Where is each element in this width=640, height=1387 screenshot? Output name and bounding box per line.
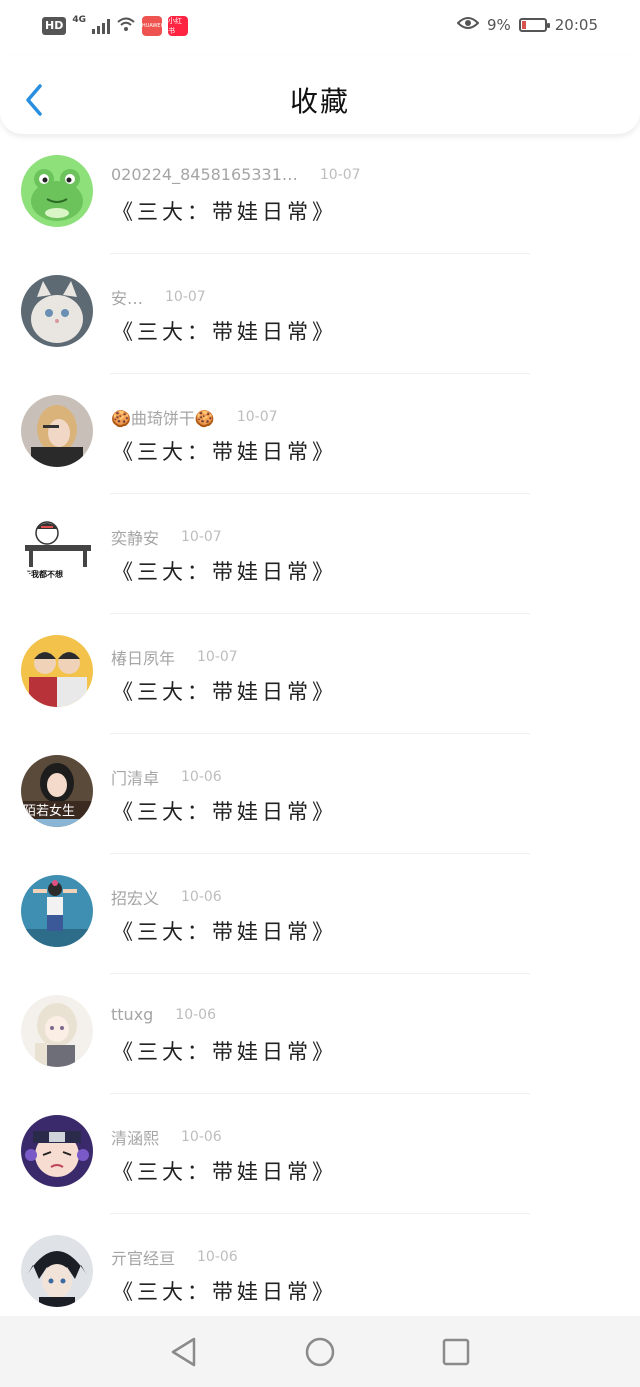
username[interactable]: 招宏义	[111, 885, 159, 909]
item-meta: 招宏义 10-06	[111, 885, 222, 909]
girl-avatar[interactable]	[21, 395, 93, 467]
anime-girl-avatar[interactable]	[21, 995, 93, 1067]
favorite-item[interactable]: 清涵熙 10-06 《三大：带娃日常》	[0, 1094, 640, 1214]
svg-text:陌若女生: 陌若女生	[23, 803, 75, 819]
favorite-item[interactable]: 天我都不想 奕静安 10-07 《三大：带娃日常》	[0, 494, 640, 614]
system-nav-bar	[0, 1316, 640, 1387]
item-date: 10-07	[197, 649, 238, 665]
item-meta: 安… 10-07	[111, 285, 206, 309]
square-recent-icon	[442, 1338, 470, 1366]
huawei-app-icon: HUAWEI	[142, 16, 162, 36]
eye-icon	[456, 16, 480, 34]
favorite-content[interactable]: 《三大：带娃日常》	[112, 1276, 337, 1306]
clock: 20:05	[554, 16, 598, 34]
favorite-item[interactable]: 安… 10-07 《三大：带娃日常》	[0, 254, 640, 374]
wifi-icon	[116, 16, 136, 36]
favorite-content[interactable]: 《三大：带娃日常》	[112, 676, 337, 706]
item-date: 10-06	[197, 1249, 238, 1265]
status-left: HD 4G HUAWEI 小红书	[42, 15, 188, 36]
item-meta: 椿日夙年 10-07	[111, 645, 238, 669]
favorite-content[interactable]: 《三大：带娃日常》	[112, 316, 337, 346]
svg-text:天我都不想: 天我都不想	[23, 569, 63, 579]
page-title: 收藏	[289, 85, 350, 118]
nav-recent-button[interactable]	[436, 1332, 476, 1372]
status-right: 9% 20:05	[456, 16, 598, 34]
favorite-content[interactable]: 《三大：带娃日常》	[112, 1036, 337, 1066]
battery-fill	[521, 21, 526, 29]
status-bar: HD 4G HUAWEI 小红书 9% 20:05	[0, 0, 640, 56]
username[interactable]: 020224_8458165331…	[111, 165, 298, 184]
favorite-item[interactable]: 招宏义 10-06 《三大：带娃日常》	[0, 854, 640, 974]
favorite-content[interactable]: 《三大：带娃日常》	[112, 556, 337, 586]
item-meta: 门清卓 10-06	[111, 765, 222, 789]
item-meta: 奕静安 10-07	[111, 525, 222, 549]
circle-home-icon	[305, 1337, 335, 1367]
item-meta: 🍪曲琦饼干🍪 10-07	[111, 405, 278, 429]
favorite-item[interactable]: ttuxg 10-06 《三大：带娃日常》	[0, 974, 640, 1094]
username[interactable]: 亓官经亘	[111, 1245, 175, 1269]
favorite-item[interactable]: 020224_8458165331… 10-07 《三大：带娃日常》	[0, 134, 640, 254]
item-date: 10-06	[181, 889, 222, 905]
wall-girl-avatar[interactable]	[21, 875, 93, 947]
xiaohongshu-app-icon: 小红书	[168, 16, 188, 36]
signal-icon	[92, 18, 110, 34]
favorite-item[interactable]: 陌若女生 门清卓 10-06 《三大：带娃日常》	[0, 734, 640, 854]
naruto-avatar[interactable]	[21, 1115, 93, 1187]
username[interactable]: ttuxg	[111, 1005, 153, 1024]
item-meta: 清涵熙 10-06	[111, 1125, 222, 1149]
network-type: 4G	[72, 15, 86, 25]
cat-avatar[interactable]	[21, 275, 93, 347]
nav-back-button[interactable]	[164, 1332, 204, 1372]
favorites-list: 020224_8458165331… 10-07 《三大：带娃日常》 安… 10-07 《…	[0, 134, 640, 1334]
hd-badge: HD	[42, 17, 67, 35]
couple-avatar[interactable]	[21, 635, 93, 707]
item-meta: 亓官经亘 10-06	[111, 1245, 238, 1269]
cartoon-avatar[interactable]: 天我都不想	[21, 515, 93, 587]
favorite-content[interactable]: 《三大：带娃日常》	[112, 436, 337, 466]
item-date: 10-07	[181, 529, 222, 545]
anime-boy-avatar[interactable]	[21, 1235, 93, 1307]
header: 收藏	[0, 56, 640, 134]
item-date: 10-07	[319, 166, 361, 183]
triangle-back-icon	[171, 1337, 196, 1367]
username[interactable]: 🍪曲琦饼干🍪	[111, 405, 215, 429]
favorite-item[interactable]: 椿日夙年 10-07 《三大：带娃日常》	[0, 614, 640, 734]
item-meta: 020224_8458165331… 10-07	[111, 165, 361, 184]
item-date: 10-07	[236, 409, 278, 425]
favorite-content[interactable]: 《三大：带娃日常》	[112, 1156, 337, 1186]
username[interactable]: 安…	[111, 285, 143, 309]
username[interactable]: 门清卓	[111, 765, 159, 789]
favorite-item[interactable]: 🍪曲琦饼干🍪 10-07 《三大：带娃日常》	[0, 374, 640, 494]
nav-home-button[interactable]	[300, 1332, 340, 1372]
girl-sign-avatar[interactable]: 陌若女生	[21, 755, 93, 827]
item-date: 10-07	[165, 289, 206, 305]
battery-icon	[518, 18, 550, 32]
item-meta: ttuxg 10-06	[111, 1005, 216, 1024]
favorite-content[interactable]: 《三大：带娃日常》	[112, 196, 337, 226]
item-date: 10-06	[181, 769, 222, 785]
username[interactable]: 清涵熙	[111, 1125, 159, 1149]
favorite-content[interactable]: 《三大：带娃日常》	[112, 796, 337, 826]
username[interactable]: 椿日夙年	[111, 645, 175, 669]
favorite-content[interactable]: 《三大：带娃日常》	[112, 916, 337, 946]
battery-percent: 9%	[486, 16, 511, 34]
item-date: 10-06	[181, 1129, 222, 1145]
frog-avatar[interactable]	[21, 155, 93, 227]
item-date: 10-06	[175, 1006, 216, 1023]
username[interactable]: 奕静安	[111, 525, 159, 549]
